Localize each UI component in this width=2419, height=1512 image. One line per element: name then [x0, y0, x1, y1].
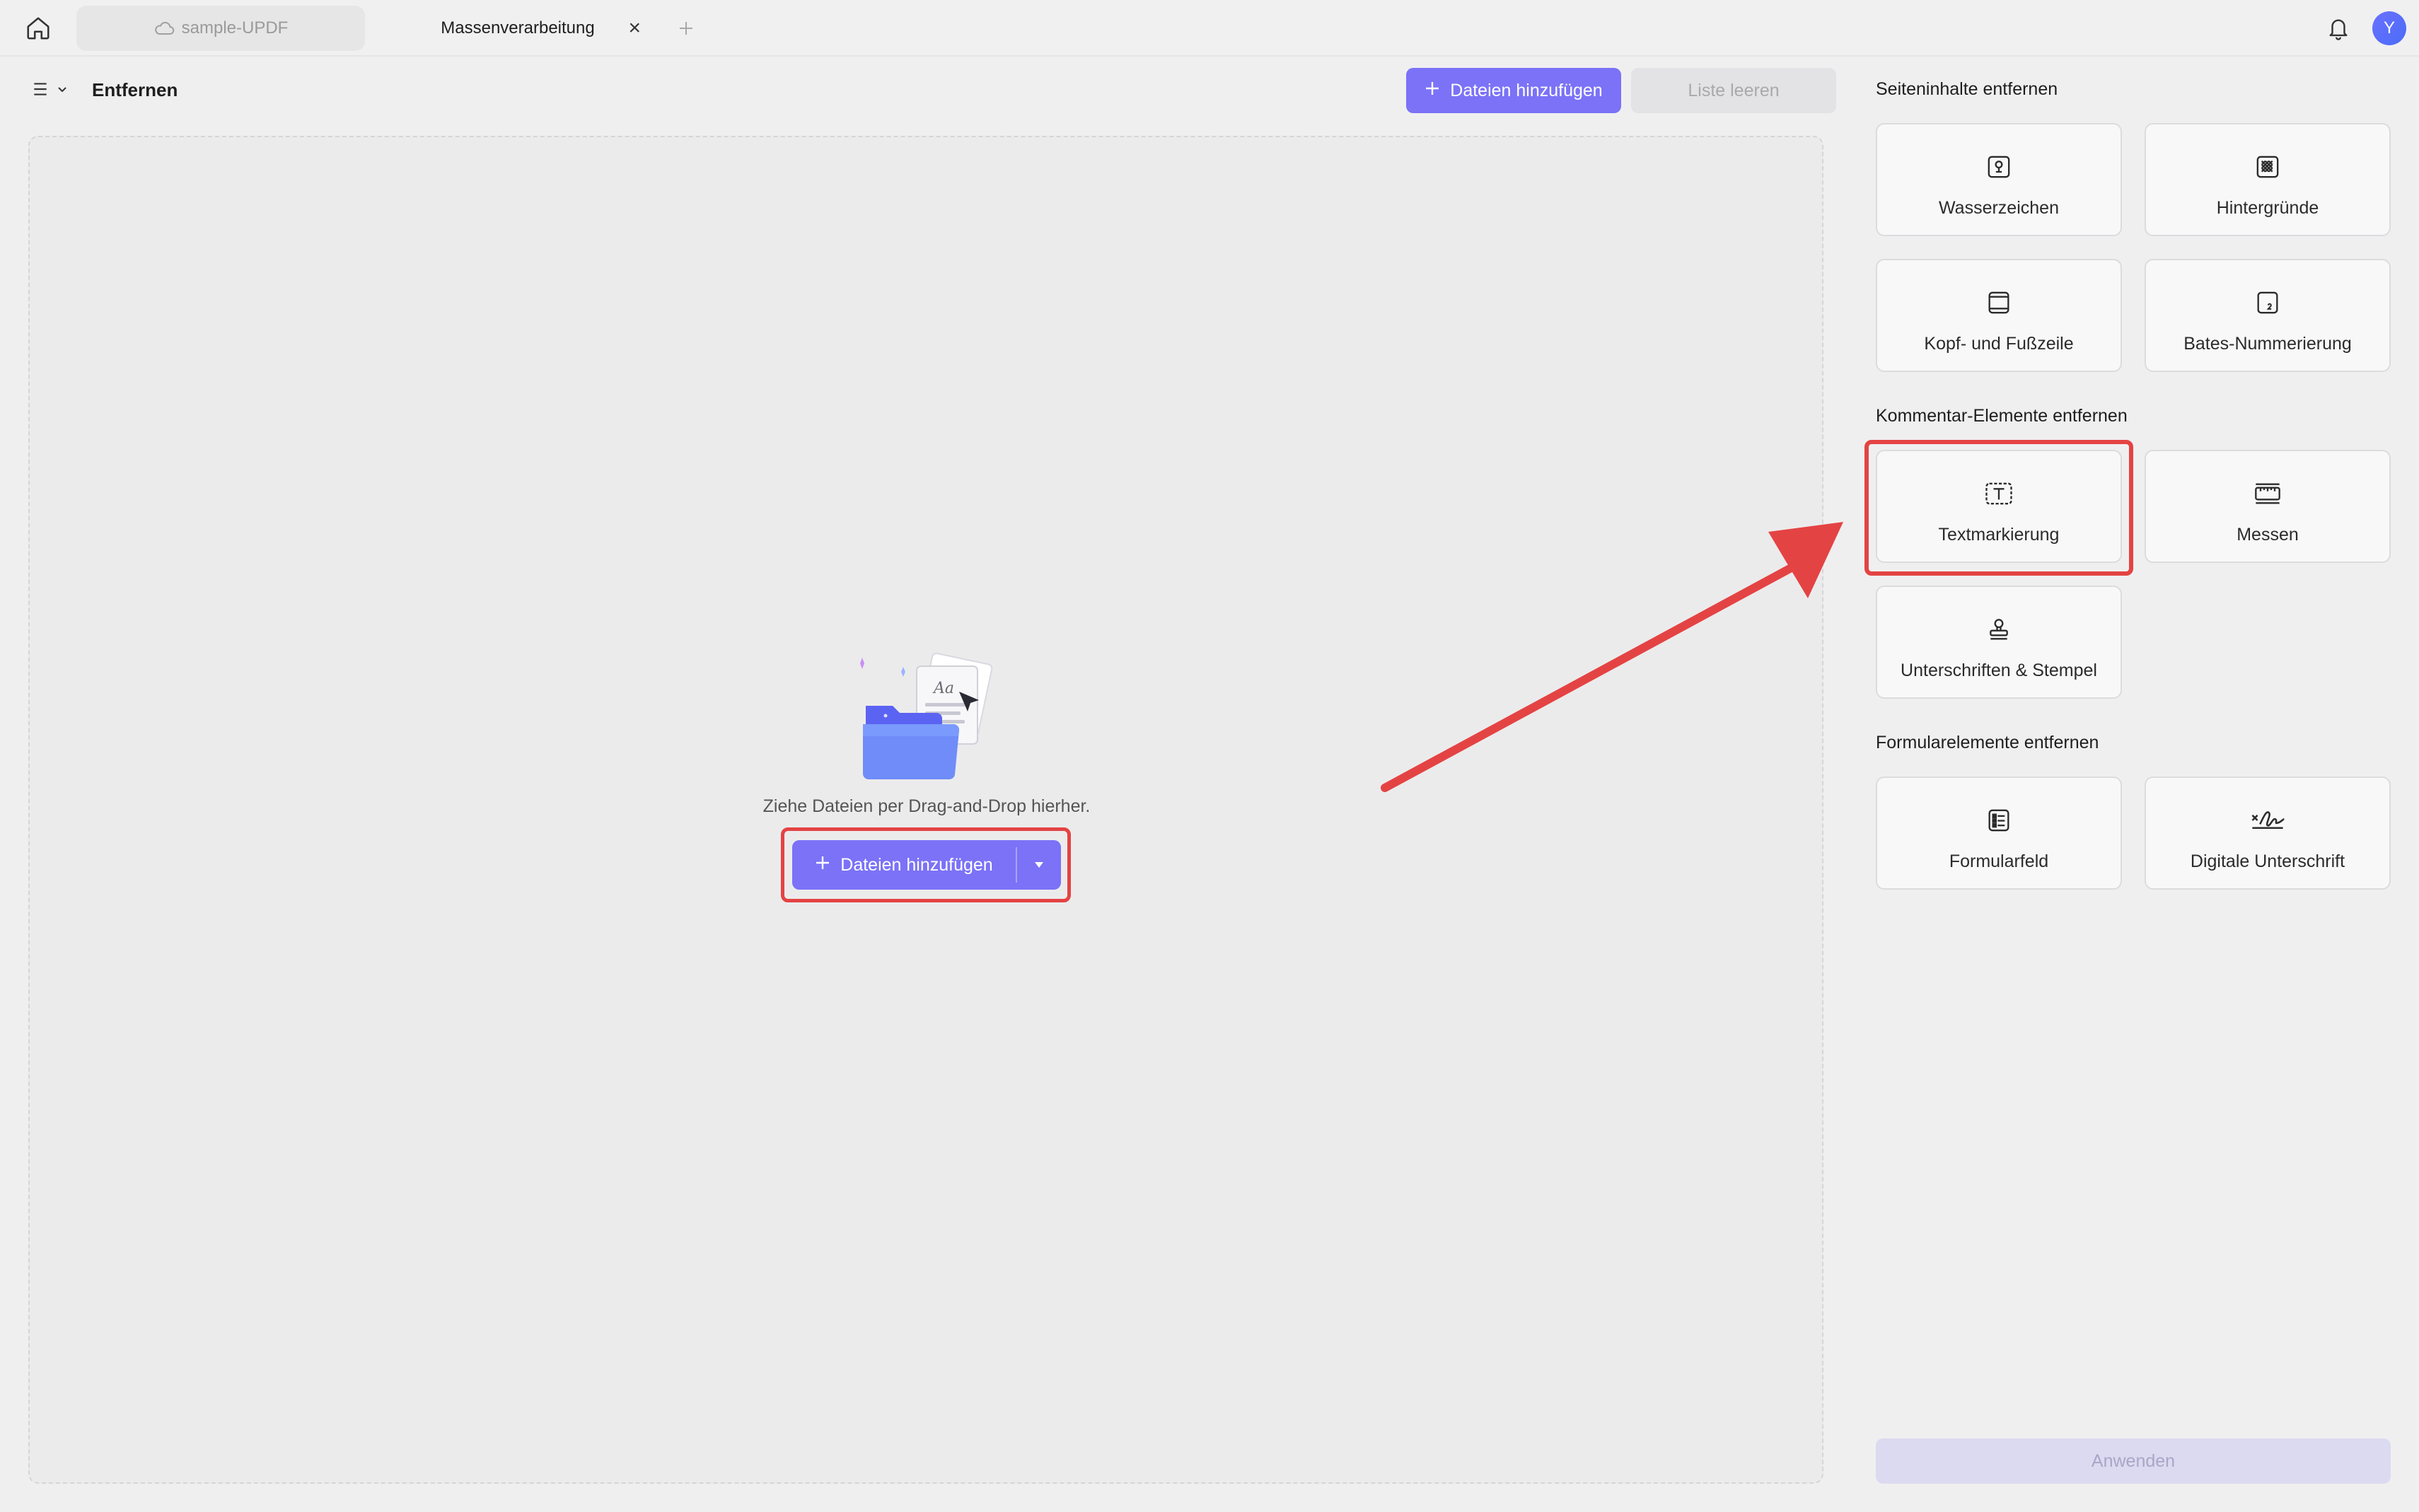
section-title-form-elements: Formularelemente entfernen: [1876, 733, 2099, 752]
section-title-comment-elements: Kommentar-Elemente entfernen: [1876, 406, 2128, 426]
tab-label: Massenverarbeitung: [441, 18, 595, 37]
sidebar-toggle[interactable]: [31, 78, 75, 103]
option-form-field[interactable]: Formularfeld: [1876, 777, 2122, 890]
watermark-icon: [1877, 151, 2121, 182]
page-title: Entfernen: [92, 79, 178, 100]
background-icon: [2146, 151, 2389, 182]
option-label: Bates-Nummerierung: [2183, 334, 2352, 354]
bell-icon[interactable]: [2324, 13, 2353, 44]
drop-hint-text: Ziehe Dateien per Drag-and-Drop hierher.: [762, 796, 1091, 816]
tab-massenverarbeitung[interactable]: Massenverarbeitung ×: [373, 6, 662, 51]
stamp-icon: [1877, 614, 2121, 645]
add-files-label: Dateien hinzufügen: [840, 854, 993, 875]
option-label: Wasserzeichen: [1939, 198, 2059, 218]
chevron-down-icon: [57, 83, 68, 98]
svg-text:Aa: Aa: [932, 680, 954, 697]
option-signatures-stamps[interactable]: Unterschriften & Stempel: [1876, 586, 2122, 699]
list-icon: [31, 80, 50, 102]
section-title-page-content: Seiteninhalte entfernen: [1876, 79, 2058, 99]
option-label: Hintergründe: [2216, 198, 2319, 218]
bates-numbering-icon: [2146, 287, 2389, 318]
tab-label: sample-UPDF: [181, 18, 289, 37]
tab-sample-updf[interactable]: sample-UPDF: [76, 6, 365, 51]
header-footer-icon: [1877, 287, 2121, 318]
folder-files-illustration: Aa: [854, 651, 1010, 785]
option-header-footer[interactable]: Kopf- und Fußzeile: [1876, 259, 2122, 372]
home-icon[interactable]: [21, 13, 55, 44]
tab-bar: sample-UPDF Massenverarbeitung × Y: [0, 0, 2419, 57]
dropdown-caret-icon[interactable]: [1017, 840, 1061, 890]
add-files-button[interactable]: Dateien hinzufügen: [1406, 68, 1621, 113]
annotation-highlight-box: [1864, 440, 2133, 576]
option-label: Unterschriften & Stempel: [1901, 661, 2097, 680]
add-tab-icon[interactable]: [672, 13, 700, 44]
option-measure[interactable]: Messen: [2145, 450, 2391, 563]
add-files-main-button[interactable]: Dateien hinzufügen: [792, 840, 1016, 890]
close-icon[interactable]: ×: [628, 18, 641, 39]
option-label: Kopf- und Fußzeile: [1924, 334, 2074, 354]
option-digital-signature[interactable]: Digitale Unterschrift: [2145, 777, 2391, 890]
option-backgrounds[interactable]: Hintergründe: [2145, 123, 2391, 236]
plus-icon: [815, 855, 830, 876]
option-watermark[interactable]: Wasserzeichen: [1876, 123, 2122, 236]
add-files-split-button[interactable]: Dateien hinzufügen: [792, 840, 1061, 890]
option-bates-numbering[interactable]: Bates-Nummerierung: [2145, 259, 2391, 372]
form-field-icon: [1877, 805, 2121, 836]
apply-button[interactable]: Anwenden: [1876, 1438, 2391, 1484]
clear-list-button[interactable]: Liste leeren: [1631, 68, 1836, 113]
option-label: Formularfeld: [1949, 851, 2049, 871]
plus-icon: [1425, 81, 1440, 101]
cloud-icon: [153, 21, 175, 36]
measure-icon: [2146, 478, 2389, 509]
avatar[interactable]: Y: [2372, 11, 2406, 45]
add-files-label: Dateien hinzufügen: [1450, 80, 1603, 100]
option-label: Messen: [2237, 525, 2299, 545]
option-label: Digitale Unterschrift: [2190, 851, 2345, 871]
digital-signature-icon: [2146, 805, 2389, 836]
